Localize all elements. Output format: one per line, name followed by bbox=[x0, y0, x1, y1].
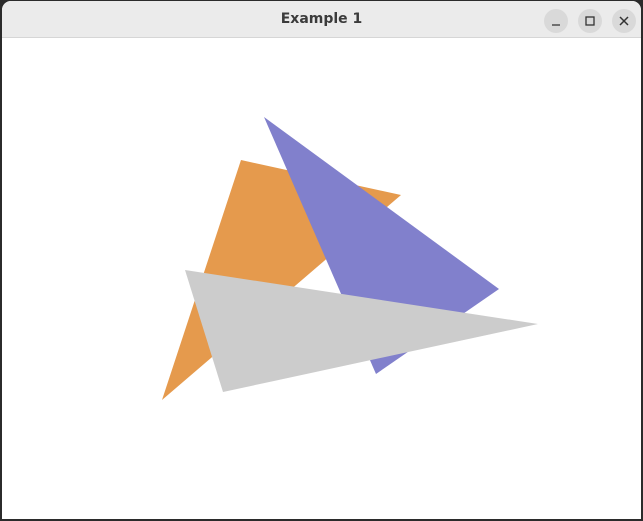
maximize-icon bbox=[585, 16, 595, 26]
minimize-button[interactable] bbox=[544, 9, 568, 33]
minimize-icon bbox=[552, 24, 560, 26]
app-window: Example 1 bbox=[2, 1, 641, 519]
drawing-canvas bbox=[2, 38, 641, 519]
close-icon bbox=[619, 16, 629, 26]
close-button[interactable] bbox=[612, 9, 636, 33]
triangles-scene bbox=[162, 117, 538, 400]
maximize-button[interactable] bbox=[578, 9, 602, 33]
title-bar[interactable]: Example 1 bbox=[2, 1, 641, 38]
